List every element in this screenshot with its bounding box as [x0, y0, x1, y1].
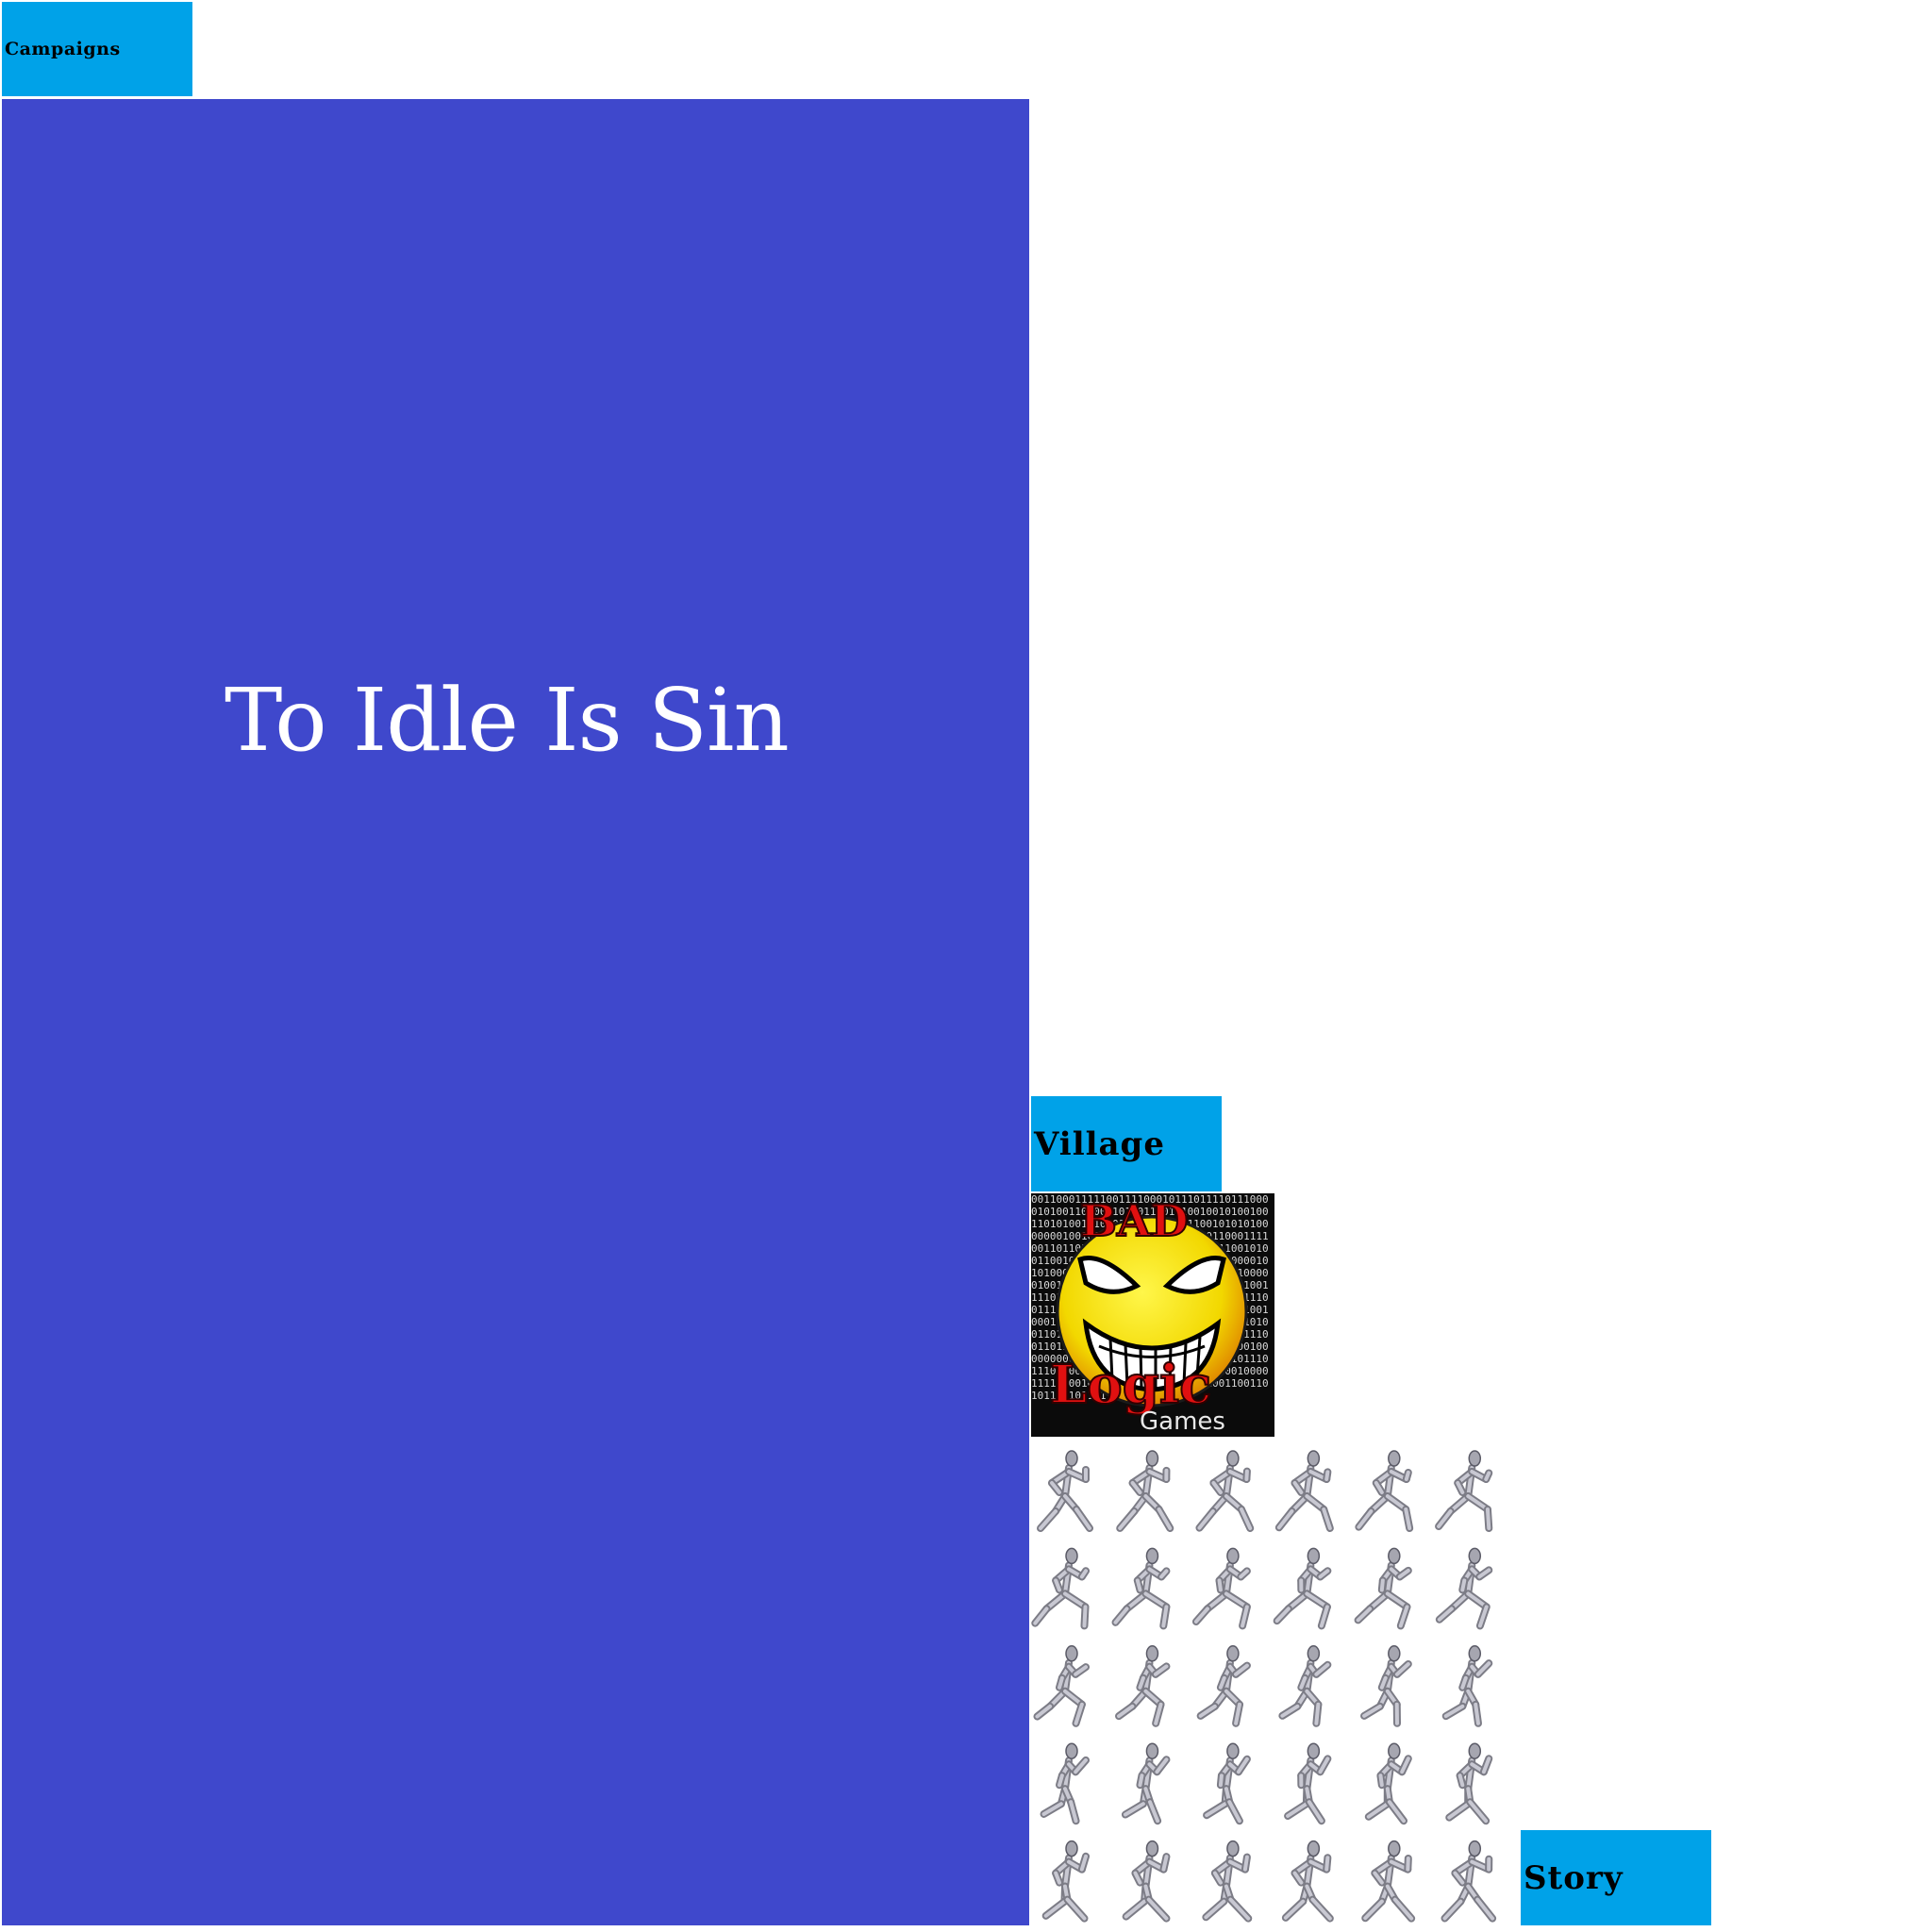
running-man-frame: [1278, 1645, 1332, 1727]
story-tab-label: Story: [1524, 1858, 1624, 1897]
running-man-frame: [1041, 1840, 1090, 1923]
running-man-frame: [1031, 1547, 1090, 1630]
running-man-frame: [1121, 1742, 1171, 1825]
running-man-frame: [1435, 1547, 1493, 1630]
running-man-frame: [1040, 1742, 1090, 1825]
village-tab[interactable]: Village: [1031, 1096, 1222, 1191]
running-man-frame: [1435, 1450, 1493, 1532]
game-title: To Idle Is Sin: [225, 670, 790, 771]
running-man-frame: [1360, 1645, 1412, 1727]
running-man-frame: [1116, 1450, 1174, 1532]
running-man-frame: [1364, 1742, 1412, 1825]
running-man-frame: [1203, 1742, 1251, 1825]
running-man-frame: [1441, 1840, 1497, 1923]
running-man-sprite-sheet: [1031, 1450, 1497, 1923]
running-man-frame: [1361, 1840, 1416, 1923]
running-man-frame: [1033, 1645, 1090, 1727]
logo-word-bad: BAD: [1079, 1194, 1189, 1247]
running-man-frame: [1273, 1547, 1332, 1630]
title-panel: To Idle Is Sin: [2, 99, 1029, 1925]
running-man-frame: [1202, 1840, 1253, 1923]
running-man-frame: [1355, 1450, 1414, 1532]
campaigns-tab[interactable]: Campaigns: [2, 2, 192, 96]
running-man-frame: [1354, 1547, 1412, 1630]
village-tab-label: Village: [1034, 1124, 1165, 1163]
running-man-frame: [1445, 1742, 1493, 1825]
bad-logic-games-logo: 0011000111110011110001011101111011100001…: [1031, 1193, 1274, 1437]
running-man-frame: [1195, 1450, 1255, 1532]
running-man-frame: [1191, 1547, 1251, 1630]
running-man-frame: [1111, 1547, 1171, 1630]
running-man-frame: [1281, 1840, 1334, 1923]
running-man-frame: [1284, 1742, 1332, 1825]
campaigns-tab-label: Campaigns: [5, 39, 121, 59]
running-man-frame: [1196, 1645, 1251, 1727]
running-man-frame: [1115, 1645, 1171, 1727]
story-tab[interactable]: Story: [1521, 1830, 1711, 1925]
running-man-frame: [1037, 1450, 1093, 1532]
logo-word-games: Games: [1140, 1407, 1225, 1436]
running-man-frame: [1441, 1645, 1493, 1727]
running-man-frame: [1122, 1840, 1171, 1923]
running-man-frame: [1274, 1450, 1334, 1532]
